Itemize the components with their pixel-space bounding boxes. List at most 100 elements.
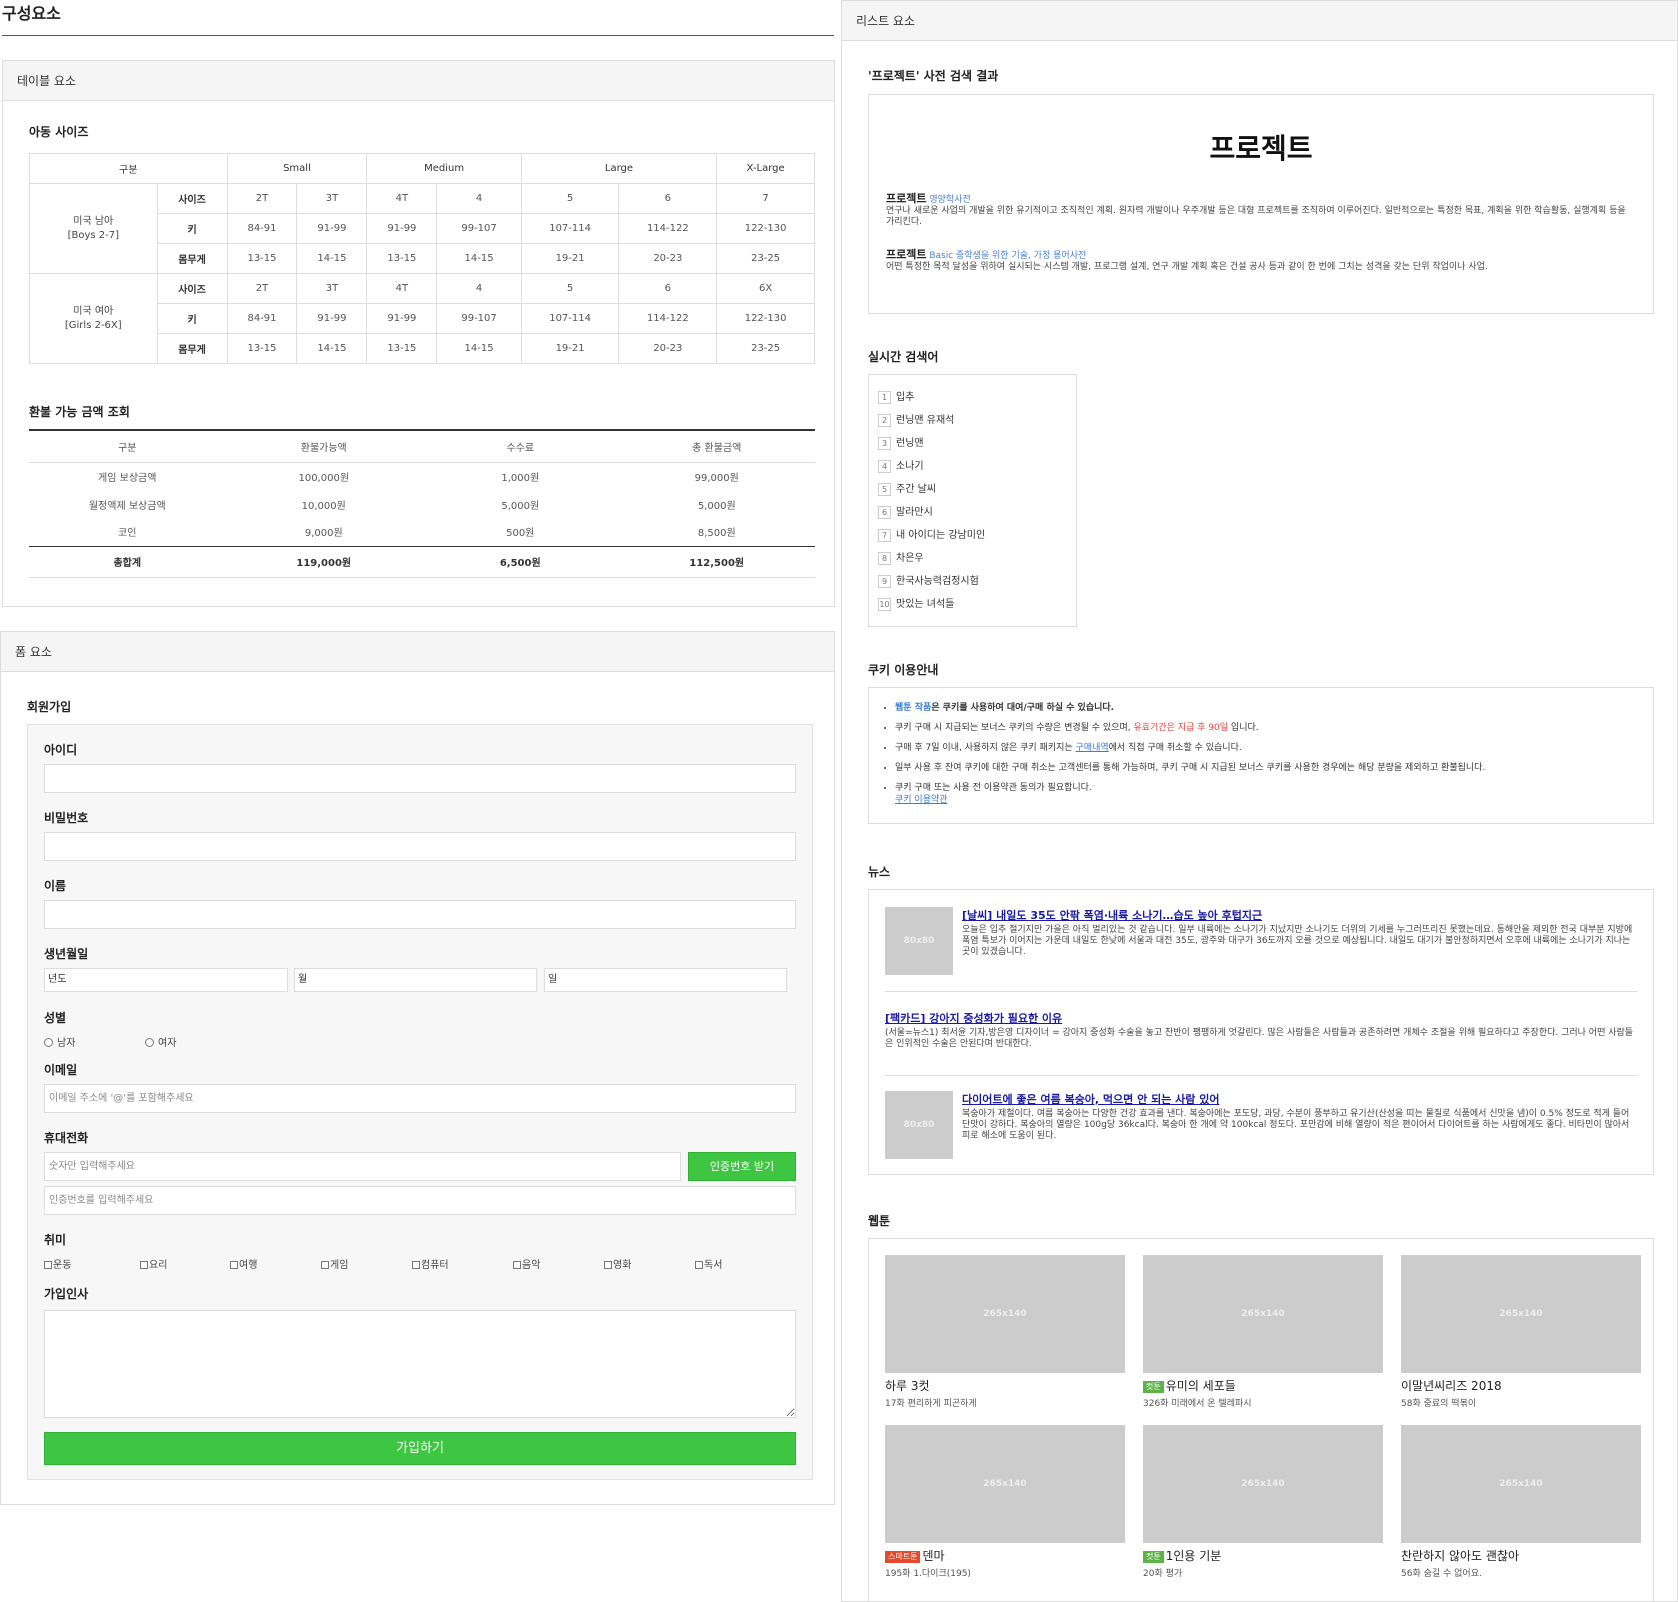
row-label: 사이즈 (156, 273, 228, 304)
list-item[interactable]: 1 입추 (878, 391, 914, 405)
code-input[interactable]: 인증번호를 입력해주세요 (44, 1186, 796, 1215)
birth-month-select[interactable]: 월 (294, 968, 537, 992)
list-panel-heading: 리스트 요소 (842, 1, 1677, 41)
title-divider (2, 35, 834, 36)
list-item[interactable]: 3 런닝맨 (878, 437, 924, 451)
news-thumbnail[interactable]: 80x80 (885, 907, 953, 975)
table-cell: 6 (618, 183, 718, 214)
news-headline-link[interactable]: [팩카드] 강아지 중성화가 필요한 이유 (885, 1010, 1062, 1026)
webtoon-title-text: 이말년씨리즈 2018 (1401, 1379, 1502, 1393)
phone-input[interactable]: 숫자만 입력해주세요 (44, 1152, 681, 1181)
dict-term[interactable]: 프로젝트 (886, 192, 926, 205)
rank-keyword: 내 아이디는 강남미인 (896, 530, 986, 541)
checkbox-icon (140, 1261, 148, 1269)
webtoon-title-text: 유미의 세포들 (1165, 1379, 1236, 1393)
webtoon-card[interactable]: 265x140 스마트툰 덴마 195화 1.다이크(195) (885, 1425, 1125, 1579)
dict-source[interactable]: 영양학사전 (929, 195, 970, 205)
rank-section-title: 실시간 검색어 (868, 350, 939, 364)
table-cell: 91-99 (296, 303, 368, 334)
table-cell: 84-91 (226, 303, 298, 334)
dict-section-title: '프로젝트' 사전 검색 결과 (868, 69, 999, 83)
list-item[interactable]: 4 소나기 (878, 460, 924, 474)
webtoon-title-text: 덴마 (922, 1549, 945, 1563)
refund-header: 구분 환불가능액 수수료 총 환불금액 (29, 429, 815, 463)
webtoon-thumbnail[interactable]: 265x140 (1143, 1255, 1383, 1373)
table-cell: 4T (366, 273, 438, 304)
table-cell: 114-122 (618, 213, 718, 244)
hobby-checkbox[interactable]: 여행 (230, 1256, 257, 1271)
rank-number: 5 (878, 483, 891, 496)
gender-male-label: 남자 (57, 1038, 76, 1049)
table-cell: 23-25 (716, 333, 815, 364)
table-cell: 19-21 (520, 243, 620, 274)
rank-number: 8 (878, 552, 891, 565)
name-input[interactable] (44, 900, 796, 929)
webtoon-card[interactable]: 265x140 하루 3컷 17화 편리하게 피곤하게 (885, 1255, 1125, 1409)
list-item: 구매 후 7일 이내, 사용하지 않은 쿠키 패키지는 구매내역에서 직접 구매… (895, 742, 1640, 754)
webtoon-card[interactable]: 265x140 찬란하지 않아도 괜찮아 56화 숨길 수 없어요. (1401, 1425, 1641, 1579)
dict-term[interactable]: 프로젝트 (886, 248, 926, 261)
news-headline-link[interactable]: 다이어트에 좋은 여름 복숭아, 먹으면 안 되는 사람 있어 (962, 1091, 1219, 1107)
refund-header-cell: 구분 (29, 429, 226, 463)
webtoon-card[interactable]: 265x140 이말년씨리즈 2018 58화 중료의 떡볶이 (1401, 1255, 1641, 1409)
news-thumbnail[interactable]: 80x80 (885, 1091, 953, 1159)
list-item[interactable]: 6 말라만시 (878, 506, 933, 520)
table-cell: 107-114 (520, 303, 620, 334)
gender-label: 성별 (44, 1011, 67, 1025)
purchase-history-link[interactable]: 구매내역 (1076, 743, 1109, 753)
table-cell: 84-91 (226, 213, 298, 244)
radio-circle-icon (145, 1038, 154, 1047)
hobby-checkbox[interactable]: 운동 (44, 1256, 71, 1271)
list-item[interactable]: 7 내 아이디는 강남미인 (878, 529, 985, 543)
list-item[interactable]: 2 런닝맨 유재석 (878, 414, 954, 428)
size-header-cell: Large (520, 153, 718, 184)
dict-definition: 연구나 새로운 사업의 개발을 위한 유기적이고 조직적인 계획. 원자력 개발… (886, 206, 1626, 227)
webtoon-thumbnail[interactable]: 265x140 (1401, 1255, 1641, 1373)
password-input[interactable] (44, 832, 796, 861)
rank-number: 9 (878, 575, 891, 588)
send-code-button[interactable]: 인증번호 받기 (688, 1152, 796, 1181)
dict-source[interactable]: Basic 중학생을 위한 기술, 가정 용어사전 (929, 251, 1086, 261)
hobby-checkbox[interactable]: 음악 (513, 1256, 540, 1271)
webtoon-thumbnail[interactable]: 265x140 (885, 1425, 1125, 1543)
hobby-checkbox[interactable]: 요리 (140, 1256, 167, 1271)
gender-male-radio[interactable]: 남자 (44, 1034, 75, 1049)
table-cell: 5 (520, 273, 620, 304)
rank-number: 3 (878, 437, 891, 450)
row-label: 몸무게 (156, 333, 228, 364)
webtoon-card[interactable]: 265x140 컷툰 1인용 기분 20화 평가 (1143, 1425, 1383, 1579)
webtoon-thumbnail[interactable]: 265x140 (885, 1255, 1125, 1373)
webtoon-thumbnail[interactable]: 265x140 (1143, 1425, 1383, 1543)
list-item[interactable]: 9 한국사능력검정시험 (878, 575, 979, 589)
birth-year-select[interactable]: 년도 (44, 968, 288, 992)
list-item[interactable]: 10 맛있는 녀석들 (878, 598, 954, 612)
cookie-text: 쿠키 구매 시 지급되는 보너스 쿠키의 수량은 변경될 수 있으며, (895, 723, 1134, 733)
id-input[interactable] (44, 764, 796, 793)
hobby-checkbox[interactable]: 컴퓨터 (412, 1256, 449, 1271)
gender-female-radio[interactable]: 여자 (145, 1034, 176, 1049)
birth-day-select[interactable]: 일 (544, 968, 787, 992)
list-item[interactable]: 8 차은우 (878, 552, 924, 566)
webtoon-link[interactable]: 웹툰 작품 (895, 703, 931, 713)
table-cell: 1,000원 (501, 472, 540, 484)
hobby-checkbox[interactable]: 영화 (604, 1256, 631, 1271)
webtoon-thumbnail[interactable]: 265x140 (1401, 1425, 1641, 1543)
table-cell: 5,000원 (501, 500, 540, 512)
table-cell: 8,500원 (697, 528, 736, 540)
table-cell: 7 (716, 183, 815, 214)
submit-button[interactable]: 가입하기 (44, 1432, 796, 1465)
hobby-checkbox[interactable]: 독서 (695, 1256, 722, 1271)
webtoon-title: 컷툰 1인용 기분 (1143, 1548, 1383, 1564)
webtoon-episode: 58화 중료의 떡볶이 (1401, 1399, 1477, 1409)
table-cell: 112,500원 (618, 545, 815, 578)
cookie-section-title: 쿠키 이용안내 (868, 663, 939, 677)
table-cell: 5 (520, 183, 620, 214)
webtoon-card[interactable]: 265x140 컷툰 유미의 세포들 326화 미래에서 온 텔레파시 (1143, 1255, 1383, 1409)
news-headline-link[interactable]: [날씨] 내일도 35도 안팎 폭염·내륙 소나기…습도 높아 후텁지근 (962, 907, 1262, 923)
greeting-textarea[interactable] (44, 1310, 796, 1418)
hobby-checkbox[interactable]: 게임 (321, 1256, 348, 1271)
list-item[interactable]: 5 주간 날씨 (878, 483, 936, 497)
cookie-terms-link[interactable]: 쿠키 이용약관 (895, 795, 948, 805)
email-input[interactable]: 이메일 주소에 '@'를 포함해주세요 (44, 1084, 796, 1113)
dict-definition: 어떤 특정한 목적 달성을 위하여 실시되는 시스템 개발, 프로그램 설계, … (886, 262, 1488, 272)
